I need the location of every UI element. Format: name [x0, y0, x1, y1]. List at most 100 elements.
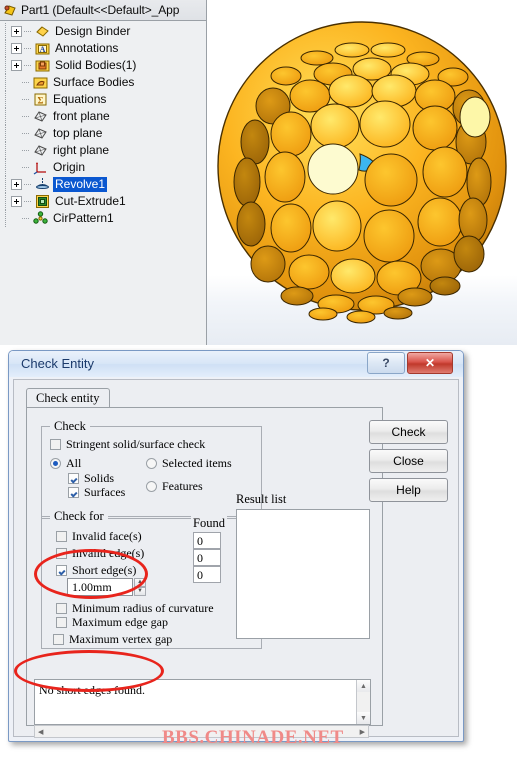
help-button[interactable]: Help: [369, 478, 448, 502]
expand-icon[interactable]: [11, 26, 22, 37]
tree-connector: [24, 176, 35, 193]
solids-row[interactable]: Solids: [68, 471, 114, 486]
all-label: All: [66, 456, 82, 470]
stringent-label: Stringent solid/surface check: [66, 437, 206, 451]
selected-items-label: Selected items: [162, 456, 232, 470]
short-edges-label: Short edge(s): [72, 563, 137, 577]
spinner-down-icon[interactable]: ▼: [134, 587, 146, 596]
tree-connector: [24, 23, 35, 40]
tree-item-surface-bodies[interactable]: Surface Bodies: [0, 74, 206, 91]
help-question-button[interactable]: ?: [367, 352, 405, 374]
all-radio[interactable]: [50, 458, 61, 469]
message-area[interactable]: No short edges found. ▲ ▼: [34, 679, 371, 725]
invalid-faces-row[interactable]: Invalid face(s): [56, 529, 142, 544]
tree-item-label: right plane: [53, 143, 110, 157]
golf-ball-model[interactable]: [213, 14, 511, 332]
check-group-title: Check: [50, 419, 90, 434]
tree-connector: [22, 91, 33, 108]
tree-guide-line: [0, 193, 11, 210]
expand-icon[interactable]: [11, 60, 22, 71]
tree-guide-line: [0, 40, 11, 57]
message-vertical-scrollbar[interactable]: ▲ ▼: [356, 680, 370, 724]
tree-item-front-plane[interactable]: front plane: [0, 108, 206, 125]
expand-icon[interactable]: [11, 196, 22, 207]
tree-guide-line: [0, 23, 11, 40]
selected-items-radio[interactable]: [146, 458, 157, 469]
tree-connector: [22, 142, 33, 159]
max-vertex-gap-row[interactable]: Maximum vertex gap: [53, 632, 172, 647]
surfaces-label: Surfaces: [84, 485, 126, 499]
tree-item-top-plane[interactable]: top plane: [0, 125, 206, 142]
tree-guide-line: [0, 159, 11, 176]
scroll-right-icon[interactable]: ▶: [357, 728, 368, 736]
tree-root-title[interactable]: Part1 (Default<<Default>_App: [0, 0, 206, 21]
feature-manager-tree[interactable]: Part1 (Default<<Default>_App Design Bind…: [0, 0, 207, 240]
dialog-body: Check entity Check Stringent solid/surfa…: [13, 379, 459, 738]
invalid-edges-checkbox[interactable]: [56, 548, 67, 559]
tree-connector: [22, 159, 33, 176]
tree-item-label: Revolve1: [53, 177, 108, 192]
result-list-label: Result list: [236, 492, 287, 506]
min-radius-row[interactable]: Minimum radius of curvature: [56, 601, 214, 616]
short-edges-row[interactable]: Short edge(s): [56, 563, 136, 578]
surfaces-row[interactable]: Surfaces: [68, 485, 125, 500]
scroll-down-icon[interactable]: ▼: [357, 712, 370, 724]
tree-item-right-plane[interactable]: right plane: [0, 142, 206, 159]
found-invalid-faces: 0: [193, 532, 221, 549]
tree-connector: [22, 74, 33, 91]
tree-item-origin[interactable]: Origin: [0, 159, 206, 176]
stringent-check-row[interactable]: Stringent solid/surface check: [50, 437, 205, 452]
spinner-up-icon[interactable]: ▲: [134, 578, 146, 587]
expand-icon[interactable]: [11, 43, 22, 54]
result-list-box[interactable]: [236, 509, 370, 639]
tree-item-equations[interactable]: Σ Equations: [0, 91, 206, 108]
invalid-edges-label: Invalid edge(s): [72, 546, 145, 560]
close-button[interactable]: Close: [369, 449, 448, 473]
scroll-up-icon[interactable]: ▲: [357, 680, 370, 692]
watermark: BBS.CHINADE.NET: [162, 727, 344, 748]
surfaces-checkbox[interactable]: [68, 487, 79, 498]
max-vertex-gap-checkbox[interactable]: [53, 634, 64, 645]
check-group: Check Stringent solid/surface check All …: [41, 419, 262, 519]
short-edge-value-input[interactable]: 1.00mm: [67, 578, 133, 596]
tree-item-cirpattern1[interactable]: CirPattern1: [0, 210, 206, 227]
message-text: No short edges found.: [39, 683, 145, 697]
svg-text:A: A: [40, 45, 46, 54]
features-row[interactable]: Features: [146, 479, 203, 494]
tree-item-revolve1[interactable]: Revolve1: [0, 176, 206, 193]
tree-item-design-binder[interactable]: Design Binder: [0, 23, 206, 40]
min-radius-label: Minimum radius of curvature: [72, 601, 214, 615]
design-binder-icon: [35, 24, 50, 39]
selected-items-row[interactable]: Selected items: [146, 456, 232, 471]
solids-label: Solids: [84, 471, 115, 485]
tree-item-solid-bodies-1[interactable]: Solid Bodies(1): [0, 57, 206, 74]
tree-item-cut-extrude1[interactable]: Cut-Extrude1: [0, 193, 206, 210]
solids-checkbox[interactable]: [68, 473, 79, 484]
stringent-checkbox[interactable]: [50, 439, 61, 450]
plane-icon: [33, 126, 48, 141]
all-radio-row[interactable]: All: [50, 456, 81, 471]
max-edge-gap-row[interactable]: Maximum edge gap: [56, 615, 168, 630]
spinner-buttons[interactable]: ▲ ▼: [134, 578, 146, 596]
close-icon[interactable]: ✕: [407, 352, 453, 374]
features-radio[interactable]: [146, 481, 157, 492]
min-radius-checkbox[interactable]: [56, 603, 67, 614]
graphics-viewport[interactable]: [207, 0, 517, 345]
revolve-feature-icon: [35, 177, 50, 192]
tree-item-annotations[interactable]: A Annotations: [0, 40, 206, 57]
check-entity-dialog[interactable]: Check Entity ? ✕ Check entity Check Stri…: [8, 350, 464, 742]
part-document-icon: [4, 4, 16, 16]
expand-icon[interactable]: [11, 179, 22, 190]
tab-check-entity[interactable]: Check entity: [26, 388, 110, 409]
dialog-title: Check Entity: [21, 356, 94, 371]
max-edge-gap-checkbox[interactable]: [56, 617, 67, 628]
invalid-edges-row[interactable]: Invalid edge(s): [56, 546, 144, 561]
dialog-titlebar[interactable]: Check Entity ? ✕: [9, 351, 463, 377]
invalid-faces-checkbox[interactable]: [56, 531, 67, 542]
short-edges-checkbox[interactable]: [56, 565, 67, 576]
max-vertex-gap-label: Maximum vertex gap: [69, 632, 173, 646]
scroll-left-icon[interactable]: ◀: [35, 728, 46, 736]
short-edge-spinner[interactable]: 1.00mm ▲ ▼: [67, 578, 146, 596]
check-button[interactable]: Check: [369, 420, 448, 444]
